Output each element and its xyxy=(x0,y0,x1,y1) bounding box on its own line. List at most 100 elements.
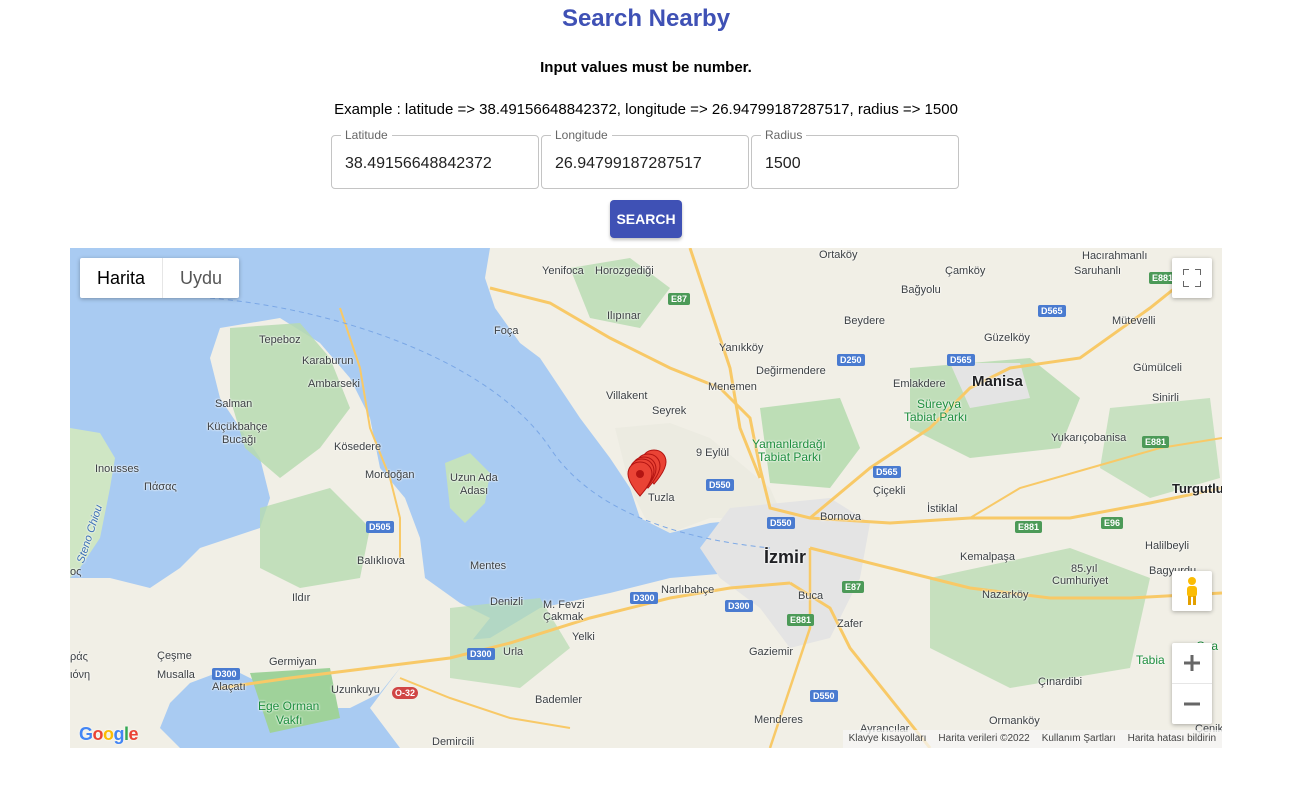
place-label: M. Fevzi xyxy=(543,599,585,611)
road-shield: D300 xyxy=(212,668,240,680)
longitude-field[interactable]: Longitude 26.94799187287517 xyxy=(541,128,749,189)
map-canvas[interactable]: Yenifoca Horozgediği Ortaköy Çamköy Hacı… xyxy=(70,248,1222,748)
place-label: Villakent xyxy=(606,390,648,402)
place-label: Çınardibi xyxy=(1038,676,1083,688)
place-label: Menderes xyxy=(754,714,803,726)
longitude-label: Longitude xyxy=(551,128,612,142)
place-label: Menemen xyxy=(708,381,757,393)
example-text: Example : latitude => 38.49156648842372,… xyxy=(334,101,958,118)
place-label: Ambarseki xyxy=(308,378,360,390)
street-view-pegman[interactable] xyxy=(1172,571,1212,611)
map-type-harita[interactable]: Harita xyxy=(80,258,162,298)
radius-input[interactable]: 1500 xyxy=(765,154,801,174)
place-label: Halilbeyli xyxy=(1145,540,1190,552)
zoom-in-button[interactable] xyxy=(1172,643,1212,684)
place-label: Musalla xyxy=(157,669,195,681)
road-shield: D505 xyxy=(366,521,394,533)
place-label: Inousses xyxy=(95,463,140,475)
park-label: Tabiat Parkı xyxy=(758,450,822,464)
place-label: Adası xyxy=(460,485,489,497)
place-label: Yanıkköy xyxy=(719,342,764,354)
marker-cluster[interactable] xyxy=(622,448,672,503)
keyboard-shortcuts-link[interactable]: Klavye kısayolları xyxy=(843,730,933,748)
place-label: Yenifoca xyxy=(542,265,584,277)
place-label: Bağyolu xyxy=(901,284,941,296)
place-label: Mordoğan xyxy=(365,469,415,481)
place-label: Zafer xyxy=(837,618,863,630)
latitude-input[interactable]: 38.49156648842372 xyxy=(345,154,492,174)
road-shield: E881 xyxy=(787,614,815,626)
place-label: İstiklal xyxy=(927,503,958,515)
place-label: ιόνη xyxy=(70,669,91,681)
road-shield: D250 xyxy=(837,354,865,366)
place-label: Uzun Ada xyxy=(450,472,498,484)
park-label: Yamanlardağı xyxy=(752,437,826,451)
place-label: Mütevelli xyxy=(1112,315,1156,327)
place-label: Yelki xyxy=(572,631,595,643)
place-label: Bornova xyxy=(820,511,861,523)
search-button[interactable]: SEARCH xyxy=(610,200,682,238)
road-shield: O-32 xyxy=(392,687,419,699)
road-shield: E96 xyxy=(1101,517,1124,529)
google-logo[interactable]: Google xyxy=(79,724,139,745)
park-label: Vakfı xyxy=(276,713,303,727)
map-type-control: Harita Uydu xyxy=(80,258,240,298)
place-label: 9 Eylül xyxy=(696,447,730,459)
place-label: Kösedere xyxy=(334,441,382,453)
place-label: Kemalpaşa xyxy=(960,551,1016,563)
zoom-out-button[interactable] xyxy=(1172,684,1212,724)
road-shield: E87 xyxy=(668,293,691,305)
road-shield: D300 xyxy=(725,600,753,612)
place-label: ράς xyxy=(70,651,88,663)
road-shield: D550 xyxy=(767,517,795,529)
place-label: Sinirli xyxy=(1152,392,1179,404)
road-shield: D300 xyxy=(467,648,495,660)
place-label: Çeşme xyxy=(157,650,192,662)
place-label: Buca xyxy=(798,590,824,602)
latitude-label: Latitude xyxy=(341,128,392,142)
place-label: Emlakdere xyxy=(893,378,946,390)
place-label: Ormanköy xyxy=(989,715,1040,727)
map-marker[interactable] xyxy=(627,461,653,497)
place-label: Beydere xyxy=(844,315,885,327)
road-shield: D565 xyxy=(947,354,975,366)
longitude-input[interactable]: 26.94799187287517 xyxy=(555,154,702,174)
place-label: Gaziemir xyxy=(749,646,794,658)
place-label: Ortaköy xyxy=(819,249,858,261)
map-attribution: Klavye kısayolları Harita verileri ©2022… xyxy=(842,730,1222,748)
park-label: Tabia xyxy=(1136,653,1165,667)
place-label: Turgutlu xyxy=(1172,481,1222,496)
road-shield: D565 xyxy=(873,466,901,478)
latitude-field[interactable]: Latitude 38.49156648842372 xyxy=(331,128,539,189)
map-data-text: Harita verileri ©2022 xyxy=(938,733,1030,744)
place-label: Ilıpınar xyxy=(607,310,641,322)
map-type-uydu[interactable]: Uydu xyxy=(162,258,239,298)
place-label: Uzunkuyu xyxy=(331,684,380,696)
pegman-icon xyxy=(1187,577,1197,605)
place-label: Balıklıova xyxy=(357,555,405,567)
place-label: Πάσας xyxy=(144,481,177,493)
place-label: Alaçatı xyxy=(212,681,246,693)
city-label-manisa: Manisa xyxy=(972,373,1023,390)
radius-field[interactable]: Radius 1500 xyxy=(751,128,959,189)
place-label: ος xyxy=(70,566,82,578)
place-label: Horozgediği xyxy=(595,265,654,277)
road-shield: E881 xyxy=(1015,521,1043,533)
road-shield: D300 xyxy=(630,592,658,604)
park-label: Süreyya xyxy=(917,397,962,411)
place-label: Saruhanlı xyxy=(1074,265,1122,277)
place-label: Gümülceli xyxy=(1133,362,1182,374)
place-label: Yukarıçobanisa xyxy=(1051,432,1127,444)
zoom-control xyxy=(1172,643,1212,724)
radius-label: Radius xyxy=(761,128,807,142)
place-label: Çakmak xyxy=(543,611,584,623)
city-label-izmir: İzmir xyxy=(764,547,807,567)
road-shield: E881 xyxy=(1142,436,1170,448)
place-label: Foça xyxy=(494,325,519,337)
input-notice: Input values must be number. xyxy=(540,59,752,76)
place-label: Çamköy xyxy=(945,265,986,277)
terms-link[interactable]: Kullanım Şartları xyxy=(1036,730,1122,748)
fullscreen-button[interactable] xyxy=(1172,258,1212,298)
place-label: Mentes xyxy=(470,560,507,572)
report-error-link[interactable]: Harita hatası bildirin xyxy=(1122,730,1222,748)
